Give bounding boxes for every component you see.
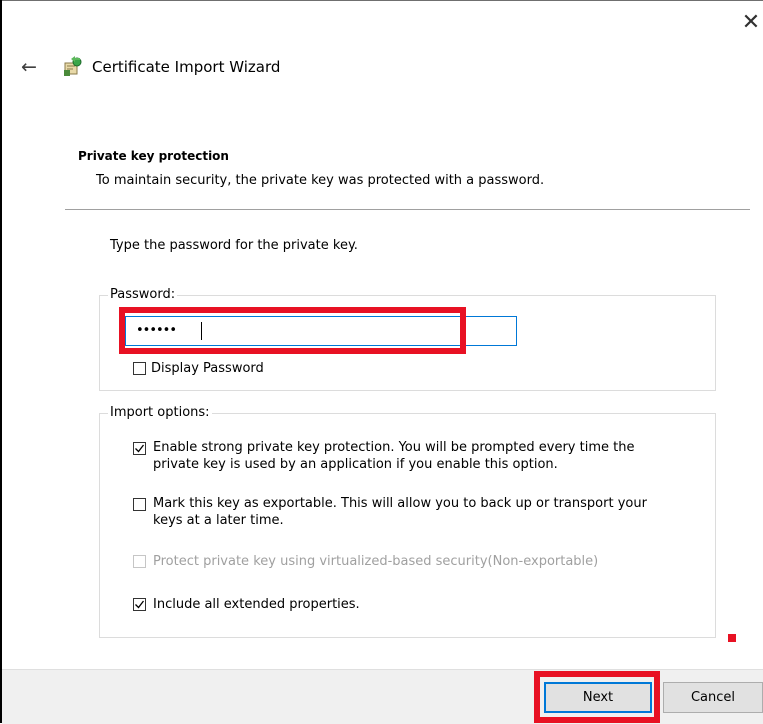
section-description: To maintain security, the private key wa…	[96, 173, 545, 188]
section-heading: Private key protection	[78, 149, 229, 163]
extended-properties-label[interactable]: Include all extended properties.	[153, 596, 360, 613]
cancel-button[interactable]: Cancel	[663, 682, 763, 713]
virtualized-security-label: Protect private key using virtualized-ba…	[153, 554, 599, 569]
exportable-checkbox[interactable]	[133, 498, 146, 511]
strong-protection-label[interactable]: Enable strong private key protection. Yo…	[153, 439, 634, 473]
certificate-wizard-icon	[62, 55, 84, 77]
password-instruction: Type the password for the private key.	[110, 238, 358, 253]
virtualized-security-checkbox	[133, 555, 146, 568]
wizard-title: Certificate Import Wizard	[92, 58, 281, 76]
extended-properties-checkbox[interactable]	[133, 598, 146, 611]
password-group-label: Password:	[108, 287, 178, 303]
close-icon[interactable]: ✕	[740, 12, 762, 36]
display-password-checkbox[interactable]	[133, 362, 146, 375]
exportable-line2: keys at a later time.	[153, 513, 284, 528]
annotation-dot	[728, 634, 736, 642]
exportable-label[interactable]: Mark this key as exportable. This will a…	[153, 495, 647, 529]
strong-protection-checkbox[interactable]	[133, 442, 146, 455]
header-separator	[65, 209, 750, 210]
window-left-border	[0, 0, 2, 723]
import-options-label: Import options:	[108, 405, 212, 421]
strong-protection-line2: private key is used by an application if…	[153, 457, 558, 472]
password-highlight-annotation	[119, 307, 466, 354]
exportable-line1: Mark this key as exportable. This will a…	[153, 496, 647, 511]
window-top-border	[0, 0, 763, 1]
next-button-highlight-annotation	[534, 671, 660, 723]
back-arrow-icon[interactable]: ←	[18, 55, 40, 79]
display-password-label[interactable]: Display Password	[151, 360, 264, 377]
strong-protection-line1: Enable strong private key protection. Yo…	[153, 440, 635, 455]
